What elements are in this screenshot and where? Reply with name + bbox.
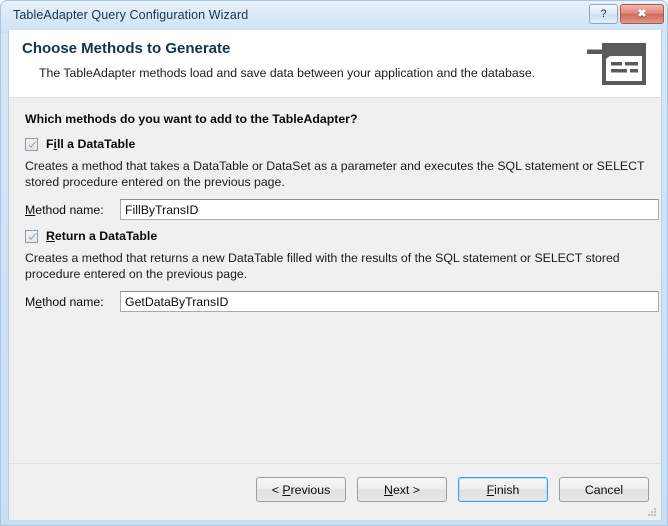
fill-method-name-label: Method name: xyxy=(25,202,104,217)
fill-datatable-checkbox[interactable] xyxy=(25,137,38,151)
generate-methods-icon xyxy=(585,38,647,90)
page-subtitle: The TableAdapter methods load and save d… xyxy=(39,66,536,80)
return-method-name-input[interactable] xyxy=(120,291,659,312)
next-button-label: Next > xyxy=(384,482,420,497)
fill-datatable-label: Fill a DataTable xyxy=(46,137,136,151)
resize-grip-icon[interactable] xyxy=(645,505,657,517)
help-button[interactable]: ? xyxy=(589,4,618,24)
title-bar-buttons: ? ✖ xyxy=(589,4,664,24)
fill-method-name-input[interactable] xyxy=(120,199,659,220)
fill-datatable-description: Creates a method that takes a DataTable … xyxy=(25,159,645,189)
return-method-name-row: Method name: xyxy=(25,291,659,312)
finish-button[interactable]: Finish xyxy=(458,477,548,502)
finish-button-label: Finish xyxy=(486,482,520,497)
wizard-button-strip: < Previous Next > Finish Cancel xyxy=(9,463,661,520)
previous-button-label: < Previous xyxy=(271,482,331,497)
dialog-client-area: Choose Methods to Generate The TableAdap… xyxy=(8,30,662,520)
cancel-button-label: Cancel xyxy=(584,482,624,497)
fill-datatable-checkbox-row[interactable]: Fill a DataTable xyxy=(25,137,135,151)
close-icon: ✖ xyxy=(637,7,647,20)
previous-button[interactable]: < Previous xyxy=(256,477,346,502)
return-method-name-label: Method name: xyxy=(25,294,104,309)
return-datatable-label: Return a DataTable xyxy=(46,229,158,243)
title-bar[interactable]: TableAdapter Query Configuration Wizard … xyxy=(1,1,667,30)
cancel-button[interactable]: Cancel xyxy=(559,477,649,502)
return-datatable-checkbox-row[interactable]: Return a DataTable xyxy=(25,229,157,243)
return-datatable-description: Creates a method that returns a new Data… xyxy=(25,251,620,281)
wizard-buttons: < Previous Next > Finish Cancel xyxy=(256,477,649,502)
return-datatable-checkbox[interactable] xyxy=(25,229,38,243)
help-icon: ? xyxy=(600,7,607,20)
methods-prompt: Which methods do you want to add to the … xyxy=(25,112,358,126)
page-title: Choose Methods to Generate xyxy=(22,40,231,57)
wizard-body: Which methods do you want to add to the … xyxy=(9,98,661,463)
wizard-header: Choose Methods to Generate The TableAdap… xyxy=(9,30,661,98)
close-button[interactable]: ✖ xyxy=(620,4,664,24)
wizard-window: TableAdapter Query Configuration Wizard … xyxy=(0,0,668,526)
window-title: TableAdapter Query Configuration Wizard xyxy=(13,8,249,22)
next-button[interactable]: Next > xyxy=(357,477,447,502)
fill-method-name-row: Method name: xyxy=(25,199,659,220)
